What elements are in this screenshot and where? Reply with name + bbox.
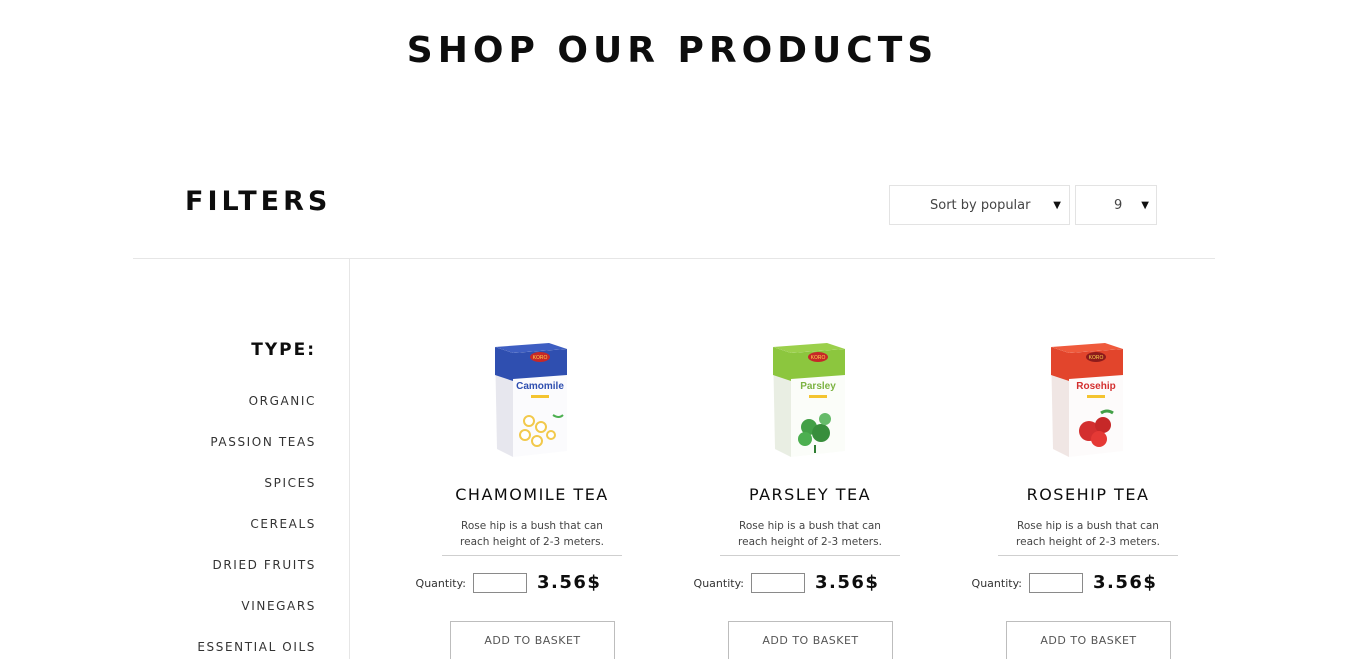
quantity-label: Quantity: [693, 577, 744, 590]
product-description-line: reach height of 2-3 meters. [1016, 536, 1160, 548]
product-image[interactable]: KORO Rosehip [1043, 335, 1133, 465]
sort-select-value: Sort by popular [930, 197, 1031, 213]
quantity-input[interactable] [1029, 573, 1083, 593]
page-title: SHOP OUR PRODUCTS [406, 30, 939, 71]
product-name[interactable]: PARSLEY TEA [690, 485, 930, 504]
sort-select[interactable]: Sort by popular ▼ [889, 185, 1070, 225]
add-to-basket-button[interactable]: ADD TO BASKET [1006, 621, 1171, 659]
svg-text:Rosehip: Rosehip [1076, 381, 1115, 392]
product-name[interactable]: CHAMOMILE TEA [412, 485, 652, 504]
type-filter-item-essential-oils[interactable]: ESSENTIAL OILS [150, 640, 316, 659]
svg-text:Camomile: Camomile [516, 381, 564, 392]
product-description: Rose hip is a bush that can reach height… [412, 518, 652, 550]
vertical-divider [349, 258, 350, 659]
type-filter-item-vinegars[interactable]: VINEGARS [150, 599, 316, 640]
product-price: 3.56$ [1093, 572, 1158, 593]
type-filter-list: ORGANIC PASSION TEAS SPICES CEREALS DRIE… [150, 394, 316, 659]
caret-down-icon: ▼ [1053, 199, 1061, 211]
svg-text:KORO: KORO [811, 355, 826, 361]
type-filter-item-organic[interactable]: ORGANIC [150, 394, 316, 435]
product-image[interactable]: KORO Parsley [765, 335, 855, 465]
items-per-page-value: 9 [1114, 197, 1123, 213]
type-filter-item-cereals[interactable]: CEREALS [150, 517, 316, 558]
quantity-label: Quantity: [971, 577, 1022, 590]
type-filter-heading: TYPE: [251, 340, 316, 360]
product-description-line: Rose hip is a bush that can [461, 520, 603, 532]
product-price: 3.56$ [537, 572, 602, 593]
product-price: 3.56$ [815, 572, 880, 593]
product-description-line: Rose hip is a bush that can [1017, 520, 1159, 532]
add-to-basket-button[interactable]: ADD TO BASKET [728, 621, 893, 659]
quantity-input[interactable] [473, 573, 527, 593]
add-to-basket-button[interactable]: ADD TO BASKET [450, 621, 615, 659]
product-image[interactable]: KORO Camomile [487, 335, 577, 465]
product-description: Rose hip is a bush that can reach height… [690, 518, 930, 550]
product-name[interactable]: ROSEHIP TEA [968, 485, 1208, 504]
filters-heading: FILTERS [185, 186, 332, 217]
quantity-label: Quantity: [415, 577, 466, 590]
type-filter-item-dried-fruits[interactable]: DRIED FRUITS [150, 558, 316, 599]
product-description: Rose hip is a bush that can reach height… [968, 518, 1208, 550]
divider [720, 555, 900, 556]
type-filter-item-passion-teas[interactable]: PASSION TEAS [150, 435, 316, 476]
svg-text:KORO: KORO [533, 355, 548, 361]
caret-down-icon: ▼ [1141, 199, 1149, 211]
items-per-page-select[interactable]: 9 ▼ [1075, 185, 1157, 225]
divider [442, 555, 622, 556]
svg-text:KORO: KORO [1089, 355, 1104, 361]
product-description-line: Rose hip is a bush that can [739, 520, 881, 532]
product-description-line: reach height of 2-3 meters. [460, 536, 604, 548]
type-filter-item-spices[interactable]: SPICES [150, 476, 316, 517]
horizontal-divider [133, 258, 1215, 259]
svg-text:Parsley: Parsley [800, 381, 836, 392]
divider [998, 555, 1178, 556]
quantity-input[interactable] [751, 573, 805, 593]
product-description-line: reach height of 2-3 meters. [738, 536, 882, 548]
